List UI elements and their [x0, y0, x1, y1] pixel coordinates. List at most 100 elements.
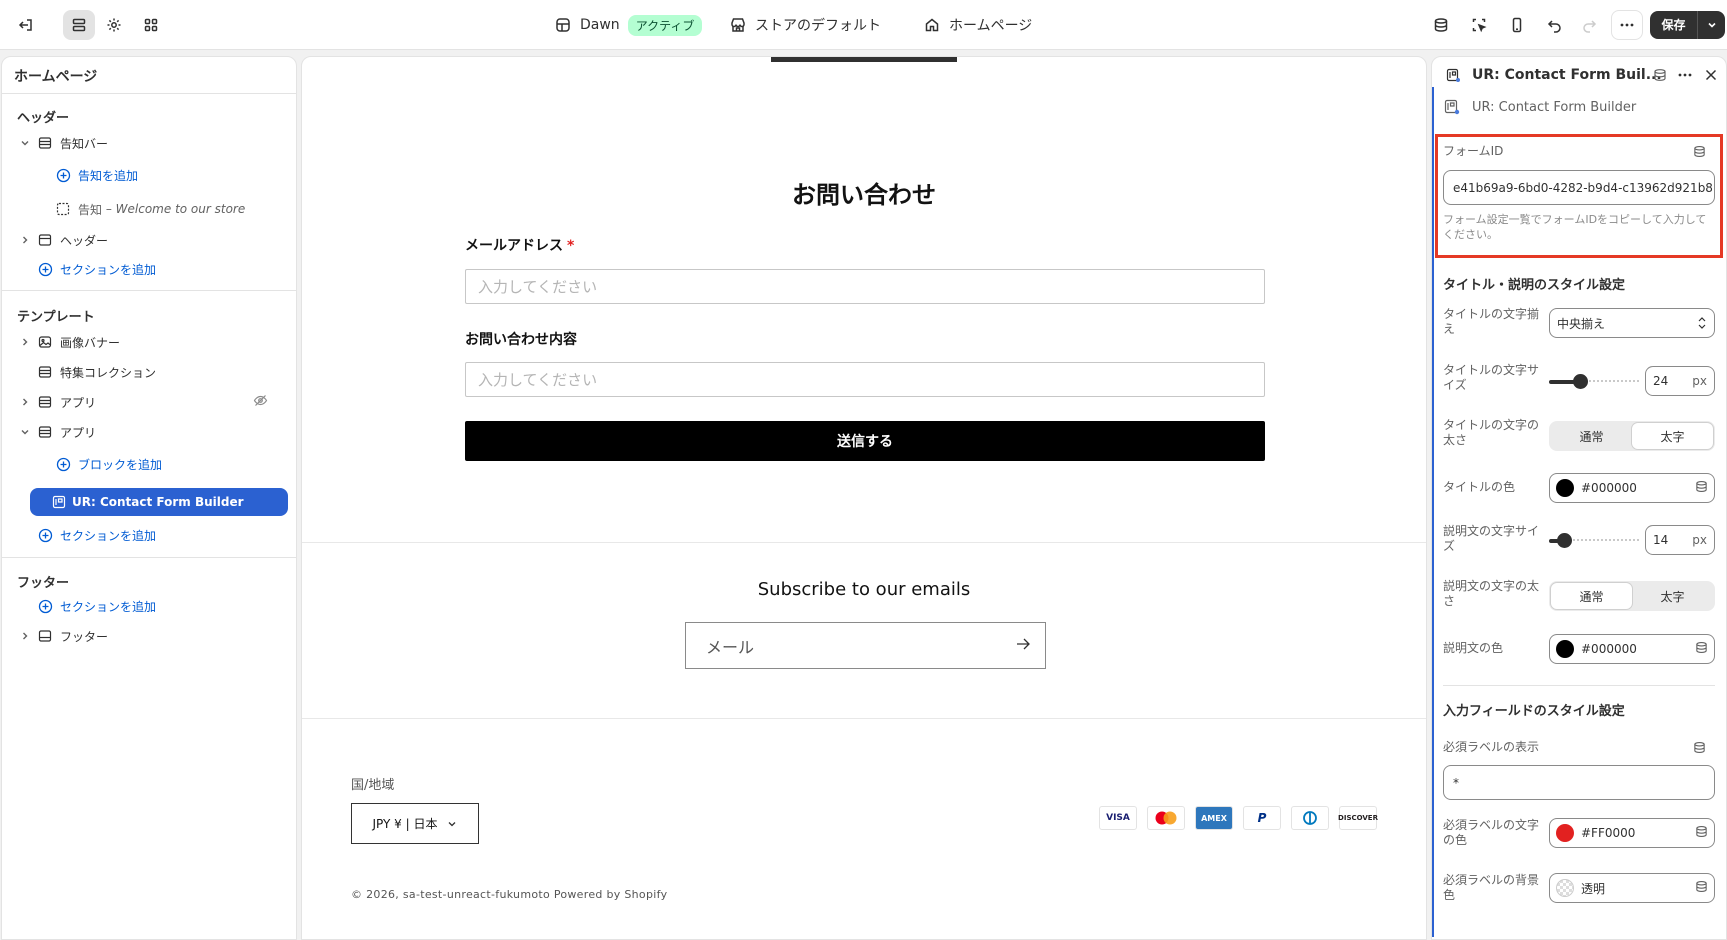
more-actions-icon[interactable]: [1611, 10, 1643, 40]
sections-icon[interactable]: [63, 10, 95, 40]
footer-icon: [34, 629, 56, 643]
desc-size-input[interactable]: 14 px: [1645, 525, 1715, 555]
database-icon[interactable]: [1695, 880, 1708, 896]
store-default-selector[interactable]: ストアのデフォルト: [730, 0, 881, 50]
sidebar-item-app-1[interactable]: アプリ: [16, 391, 286, 413]
add-section-button[interactable]: セクションを追加: [34, 258, 156, 280]
color-swatch[interactable]: [1556, 479, 1574, 497]
undo-icon[interactable]: [1539, 10, 1571, 40]
visa-icon: VISA: [1099, 806, 1137, 830]
message-placeholder: 入力してください: [478, 371, 598, 389]
database-icon[interactable]: [1425, 10, 1457, 40]
database-icon[interactable]: [1695, 480, 1708, 496]
theme-selector[interactable]: Dawn アクティブ: [555, 0, 703, 50]
title-size-input[interactable]: 24 px: [1645, 366, 1715, 396]
database-icon[interactable]: [1695, 641, 1708, 657]
title-align-select[interactable]: 中央揃え: [1549, 308, 1715, 338]
gear-icon[interactable]: [98, 10, 130, 40]
weight-normal-option[interactable]: 通常: [1551, 583, 1632, 609]
sidebar-item-announcement-bar[interactable]: 告知バー: [16, 132, 108, 154]
slider-handle[interactable]: [1556, 533, 1572, 548]
sidebar-item-header[interactable]: ヘッダー: [16, 229, 108, 251]
page-selector[interactable]: ホームページ: [924, 0, 1032, 50]
chevron-down-icon: [449, 821, 456, 826]
announcement-text: – Welcome to our store: [105, 202, 246, 216]
sidebar-item-contact-form-builder[interactable]: UR: Contact Form Builder: [30, 488, 288, 516]
database-icon[interactable]: [1693, 741, 1706, 758]
sidebar-item-label: 告知バー: [60, 136, 109, 151]
top-bar: Dawn アクティブ ストアのデフォルト ホームページ 保存: [0, 0, 1727, 50]
required-color-label: 必須ラベルの文字の色: [1443, 818, 1540, 847]
database-icon[interactable]: [1693, 145, 1706, 162]
color-swatch[interactable]: [1556, 824, 1574, 842]
mobile-preview-icon[interactable]: [1501, 10, 1533, 40]
chevron-right-icon[interactable]: [16, 235, 34, 245]
email-placeholder: 入力してください: [478, 278, 598, 296]
copyright: © 2026, sa-test-unreact-fukumoto Powered…: [351, 888, 668, 901]
sidebar-title: ホームページ: [14, 69, 98, 85]
add-section-button[interactable]: セクションを追加: [34, 524, 156, 546]
chevron-right-icon[interactable]: [16, 397, 34, 407]
add-announcement-button[interactable]: 告知を追加: [52, 164, 138, 186]
title-weight-toggle[interactable]: 通常 太字: [1549, 421, 1715, 451]
chevron-right-icon[interactable]: [16, 337, 34, 347]
sidebar-item-featured-collection[interactable]: 特集コレクション: [16, 361, 156, 383]
color-swatch[interactable]: [1556, 640, 1574, 658]
add-block-button[interactable]: ブロックを追加: [52, 453, 162, 475]
newsletter-email-input[interactable]: メール: [685, 622, 1046, 669]
plus-circle-icon: [34, 528, 56, 543]
weight-normal-option[interactable]: 通常: [1551, 423, 1632, 449]
transparent-swatch[interactable]: [1556, 879, 1574, 897]
sidebar-item-label: フッター: [60, 629, 109, 644]
weight-bold-option[interactable]: 太字: [1632, 423, 1713, 449]
sidebar-item-announcement[interactable]: 告知 – Welcome to our store: [52, 198, 245, 220]
desc-size-slider[interactable]: [1549, 533, 1639, 548]
desc-color-input[interactable]: #000000: [1549, 634, 1715, 664]
eye-off-icon[interactable]: [253, 393, 268, 411]
redo-icon[interactable]: [1573, 10, 1605, 40]
form-id-input[interactable]: e41b69a9-6bd0-4282-b9d4-c13962d921b8: [1443, 170, 1715, 205]
exit-icon[interactable]: [10, 10, 42, 40]
required-color-input[interactable]: #FF0000: [1549, 818, 1715, 848]
group-footer: フッター: [17, 576, 70, 591]
sidebar-item-app-2[interactable]: アプリ: [16, 421, 96, 443]
required-display-input[interactable]: *: [1443, 765, 1715, 800]
required-bg-input[interactable]: 透明: [1549, 873, 1715, 903]
block-icon: [52, 202, 74, 216]
close-icon[interactable]: [1704, 68, 1718, 86]
divider: [1443, 685, 1715, 686]
region-select[interactable]: JPY ¥ | 日本: [351, 803, 479, 844]
subscribe-title: Subscribe to our emails: [757, 579, 971, 600]
submit-button[interactable]: 送信する: [465, 421, 1265, 461]
divider: [302, 718, 1426, 719]
panel-title: UR: Contact Form Buil...: [1472, 67, 1662, 83]
add-section-button[interactable]: セクションを追加: [34, 595, 156, 617]
save-button[interactable]: 保存: [1650, 11, 1725, 39]
form-id-label: フォームID: [1443, 144, 1504, 158]
message-field[interactable]: 入力してください: [465, 362, 1265, 397]
arrow-right-icon[interactable]: [1015, 636, 1031, 656]
inspector-icon[interactable]: [1463, 10, 1495, 40]
title-color-value: #000000: [1581, 481, 1637, 495]
sidebar-item-image-banner[interactable]: 画像バナー: [16, 331, 120, 353]
weight-bold-option[interactable]: 太字: [1632, 583, 1713, 609]
apps-icon[interactable]: [135, 10, 167, 40]
database-icon[interactable]: [1653, 68, 1667, 86]
desc-weight-label: 説明文の文字の太さ: [1443, 579, 1540, 608]
unit-label: px: [1692, 374, 1707, 388]
more-actions-icon[interactable]: [1677, 68, 1693, 86]
chevron-down-icon[interactable]: [1698, 19, 1725, 31]
title-color-input[interactable]: #000000: [1549, 473, 1715, 503]
app-block-icon: [52, 495, 66, 509]
store-icon: [731, 18, 745, 32]
chevron-down-icon[interactable]: [16, 138, 34, 148]
desc-weight-toggle[interactable]: 通常 太字: [1549, 581, 1715, 611]
chevron-right-icon[interactable]: [16, 631, 34, 641]
form-id-help: フォーム設定一覧でフォームIDをコピーして入力してください。: [1443, 213, 1707, 241]
title-size-slider[interactable]: [1549, 374, 1639, 389]
slider-handle[interactable]: [1572, 374, 1588, 389]
sidebar-item-footer[interactable]: フッター: [16, 625, 108, 647]
database-icon[interactable]: [1695, 825, 1708, 841]
email-field[interactable]: 入力してください: [465, 269, 1265, 304]
chevron-down-icon[interactable]: [16, 427, 34, 437]
